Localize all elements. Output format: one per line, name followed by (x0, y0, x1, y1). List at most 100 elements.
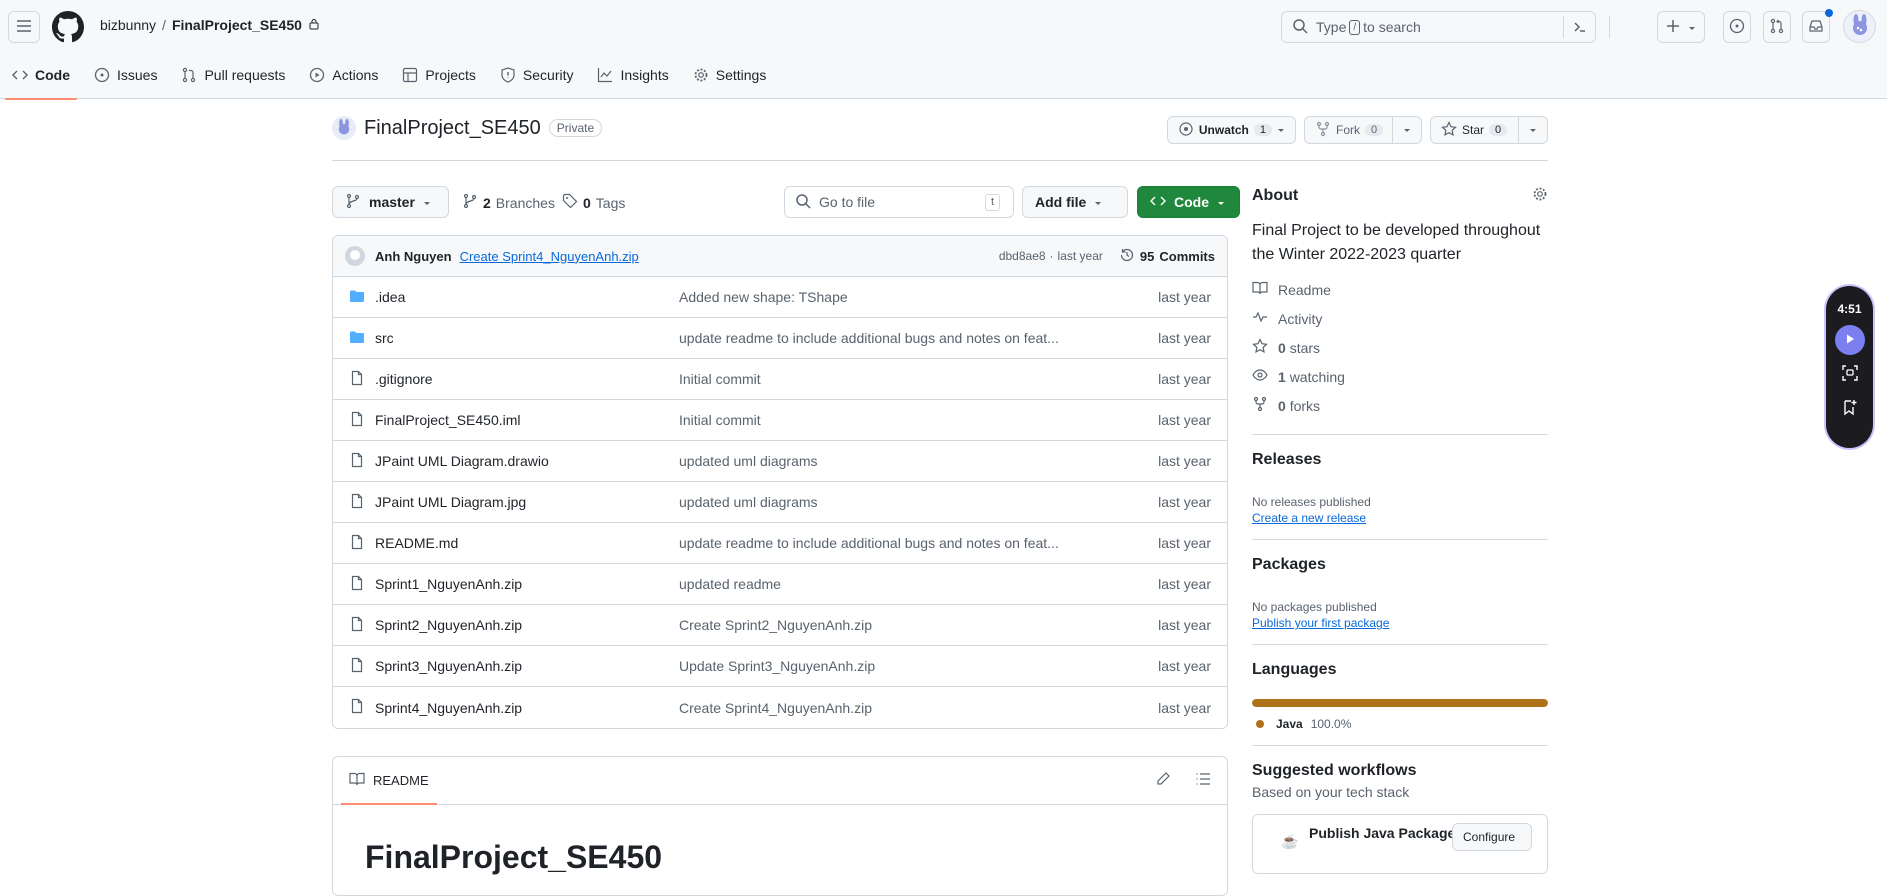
file-commit-message[interactable]: updated readme (679, 576, 1158, 592)
book-icon (349, 771, 365, 790)
repo-title[interactable]: FinalProject_SE450 (364, 117, 541, 140)
commit-message[interactable]: Create Sprint4_NguyenAnh.zip (460, 249, 999, 264)
github-logo-icon[interactable] (52, 11, 84, 46)
publish-package-link[interactable]: Publish your first package (1252, 616, 1548, 630)
file-commit-message[interactable]: Initial commit (679, 412, 1158, 428)
file-row[interactable]: Sprint4_NguyenAnh.zip Create Sprint4_Nguy… (333, 687, 1227, 728)
file-row[interactable]: JPaint UML Diagram.drawio updated uml dia… (333, 441, 1227, 482)
file-name[interactable]: Sprint2_NguyenAnh.zip (375, 617, 522, 633)
file-name[interactable]: .idea (375, 289, 405, 305)
tab-code[interactable]: Code (0, 62, 82, 100)
file-icon (349, 452, 365, 471)
file-name[interactable]: src (375, 330, 394, 346)
tags-link[interactable]: 0 Tags (562, 193, 625, 212)
readme-heading: FinalProject_SE450 (365, 839, 663, 875)
file-name[interactable]: .gitignore (375, 371, 433, 387)
language-percent: 100.0% (1310, 717, 1352, 731)
file-row[interactable]: README.md update readme to include additi… (333, 523, 1227, 564)
screenshot-icon[interactable] (1841, 364, 1859, 385)
forks-link[interactable]: 0 forks (1252, 391, 1548, 420)
readme-header: README (333, 757, 1227, 805)
forks-count: 0 (1278, 397, 1286, 414)
unwatch-button[interactable]: Unwatch 1 (1166, 116, 1296, 144)
activity-link[interactable]: Activity (1252, 304, 1548, 333)
author-avatar[interactable] (345, 246, 365, 266)
watching-link[interactable]: 1 watching (1252, 362, 1548, 391)
file-commit-message[interactable]: updated uml diagrams (679, 494, 1158, 510)
folder-icon (349, 329, 365, 348)
file-row[interactable]: Sprint3_NguyenAnh.zip Update Sprint3_Nguy… (333, 646, 1227, 687)
file-row[interactable]: Sprint1_NguyenAnh.zip updated readme last … (333, 564, 1227, 605)
bunny-avatar-icon (335, 118, 353, 139)
branches-link[interactable]: 2 Branches (462, 193, 555, 212)
file-commit-message[interactable]: updated uml diagrams (679, 453, 1158, 469)
commit-author[interactable]: Anh Nguyen (375, 249, 452, 264)
file-commit-message[interactable]: Initial commit (679, 371, 1158, 387)
file-name[interactable]: JPaint UML Diagram.drawio (375, 453, 549, 469)
search-input[interactable]: Type / to search (1281, 11, 1596, 43)
workflows-subtitle: Based on your tech stack (1252, 784, 1410, 800)
breadcrumb-repo[interactable]: FinalProject_SE450 (172, 17, 302, 33)
watching-label: watching (1289, 368, 1345, 385)
tab-projects[interactable]: Projects (390, 62, 488, 88)
edit-pencil-icon[interactable] (1155, 771, 1171, 790)
file-commit-message[interactable]: Added new shape: TShape (679, 289, 1158, 305)
tab-issues[interactable]: Issues (82, 62, 169, 88)
owner-avatar[interactable] (332, 116, 356, 140)
gear-icon[interactable] (1532, 186, 1548, 205)
bookmark-add-icon[interactable] (1841, 398, 1859, 419)
workflow-name[interactable]: Publish Java Package (1309, 825, 1455, 841)
command-palette-icon[interactable] (1563, 16, 1595, 38)
file-name[interactable]: FinalProject_SE450.iml (375, 412, 521, 428)
add-file-button[interactable]: Add file (1022, 186, 1128, 218)
language-java[interactable]: Java 100.0% (1252, 717, 1548, 731)
code-button[interactable]: Code (1137, 186, 1240, 218)
menu-button[interactable] (8, 11, 40, 43)
create-release-link[interactable]: Create a new release (1252, 511, 1548, 525)
releases-title[interactable]: Releases (1252, 451, 1548, 469)
file-row[interactable]: JPaint UML Diagram.jpg updated uml diagra… (333, 482, 1227, 523)
commits-link[interactable]: 95 Commits (1119, 247, 1215, 266)
outline-list-icon[interactable] (1195, 771, 1211, 790)
fork-button[interactable]: Fork 0 (1304, 116, 1422, 144)
file-commit-message[interactable]: update readme to include additional bugs… (679, 330, 1158, 346)
issues-button[interactable] (1723, 11, 1751, 43)
breadcrumb-owner[interactable]: bizbunny (100, 17, 156, 33)
pull-requests-button[interactable] (1763, 11, 1791, 43)
file-commit-message[interactable]: update readme to include additional bugs… (679, 535, 1158, 551)
user-avatar[interactable] (1843, 10, 1876, 43)
file-row[interactable]: FinalProject_SE450.iml Initial commit last… (333, 400, 1227, 441)
file-row[interactable]: Sprint2_NguyenAnh.zip Create Sprint2_Nguy… (333, 605, 1227, 646)
file-icon (349, 411, 365, 430)
tab-insights[interactable]: Insights (585, 62, 680, 88)
configure-button[interactable]: Configure (1452, 823, 1532, 851)
readme-link[interactable]: Readme (1252, 275, 1548, 304)
file-name[interactable]: README.md (375, 535, 458, 551)
inbox-button[interactable] (1802, 9, 1833, 43)
star-dropdown[interactable] (1518, 117, 1547, 143)
tab-pull-requests[interactable]: Pull requests (169, 62, 297, 88)
tab-settings[interactable]: Settings (681, 62, 779, 88)
tab-actions[interactable]: Actions (297, 62, 390, 88)
commit-hash[interactable]: dbd8ae8 (999, 249, 1046, 263)
star-button[interactable]: Star 0 (1430, 116, 1548, 144)
file-name[interactable]: Sprint4_NguyenAnh.zip (375, 700, 522, 716)
tab-security[interactable]: Security (488, 62, 586, 88)
branch-selector[interactable]: master (332, 186, 449, 218)
file-commit-message[interactable]: Update Sprint3_NguyenAnh.zip (679, 658, 1158, 674)
file-row[interactable]: .gitignore Initial commit last year (333, 359, 1227, 400)
readme-tab[interactable]: README (373, 773, 429, 788)
file-commit-message[interactable]: Create Sprint4_NguyenAnh.zip (679, 700, 1158, 716)
packages-title[interactable]: Packages (1252, 556, 1548, 574)
stars-link[interactable]: 0 stars (1252, 333, 1548, 362)
file-row[interactable]: .idea Added new shape: TShape last year (333, 277, 1227, 318)
file-row[interactable]: src update readme to include additional b… (333, 318, 1227, 359)
file-commit-message[interactable]: Create Sprint2_NguyenAnh.zip (679, 617, 1158, 633)
file-name[interactable]: Sprint1_NguyenAnh.zip (375, 576, 522, 592)
recorder-play-button[interactable] (1834, 325, 1865, 355)
go-to-file-input[interactable]: Go to file t (784, 186, 1014, 218)
create-new-button[interactable] (1657, 11, 1705, 43)
file-name[interactable]: JPaint UML Diagram.jpg (375, 494, 526, 510)
file-name[interactable]: Sprint3_NguyenAnh.zip (375, 658, 522, 674)
fork-dropdown[interactable] (1392, 117, 1421, 143)
